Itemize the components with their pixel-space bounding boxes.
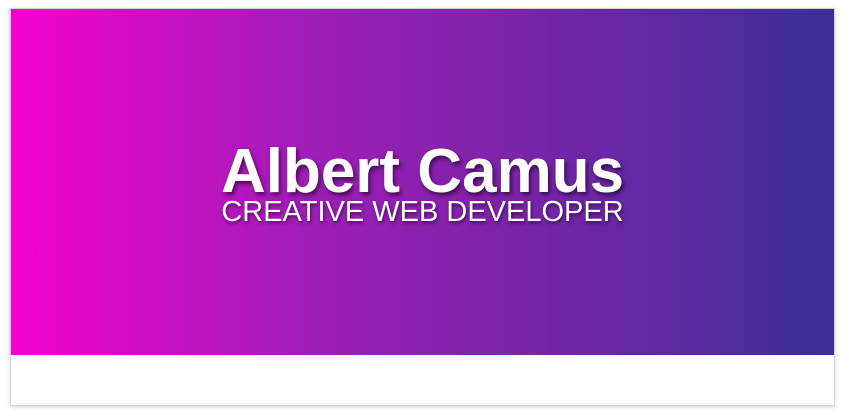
hero-role-subtitle: CREATIVE WEB DEVELOPER — [221, 196, 624, 228]
browser-viewport: Albert Camus CREATIVE WEB DEVELOPER — [10, 8, 835, 406]
content-area — [11, 355, 834, 405]
hero-banner: Albert Camus CREATIVE WEB DEVELOPER — [11, 9, 834, 355]
